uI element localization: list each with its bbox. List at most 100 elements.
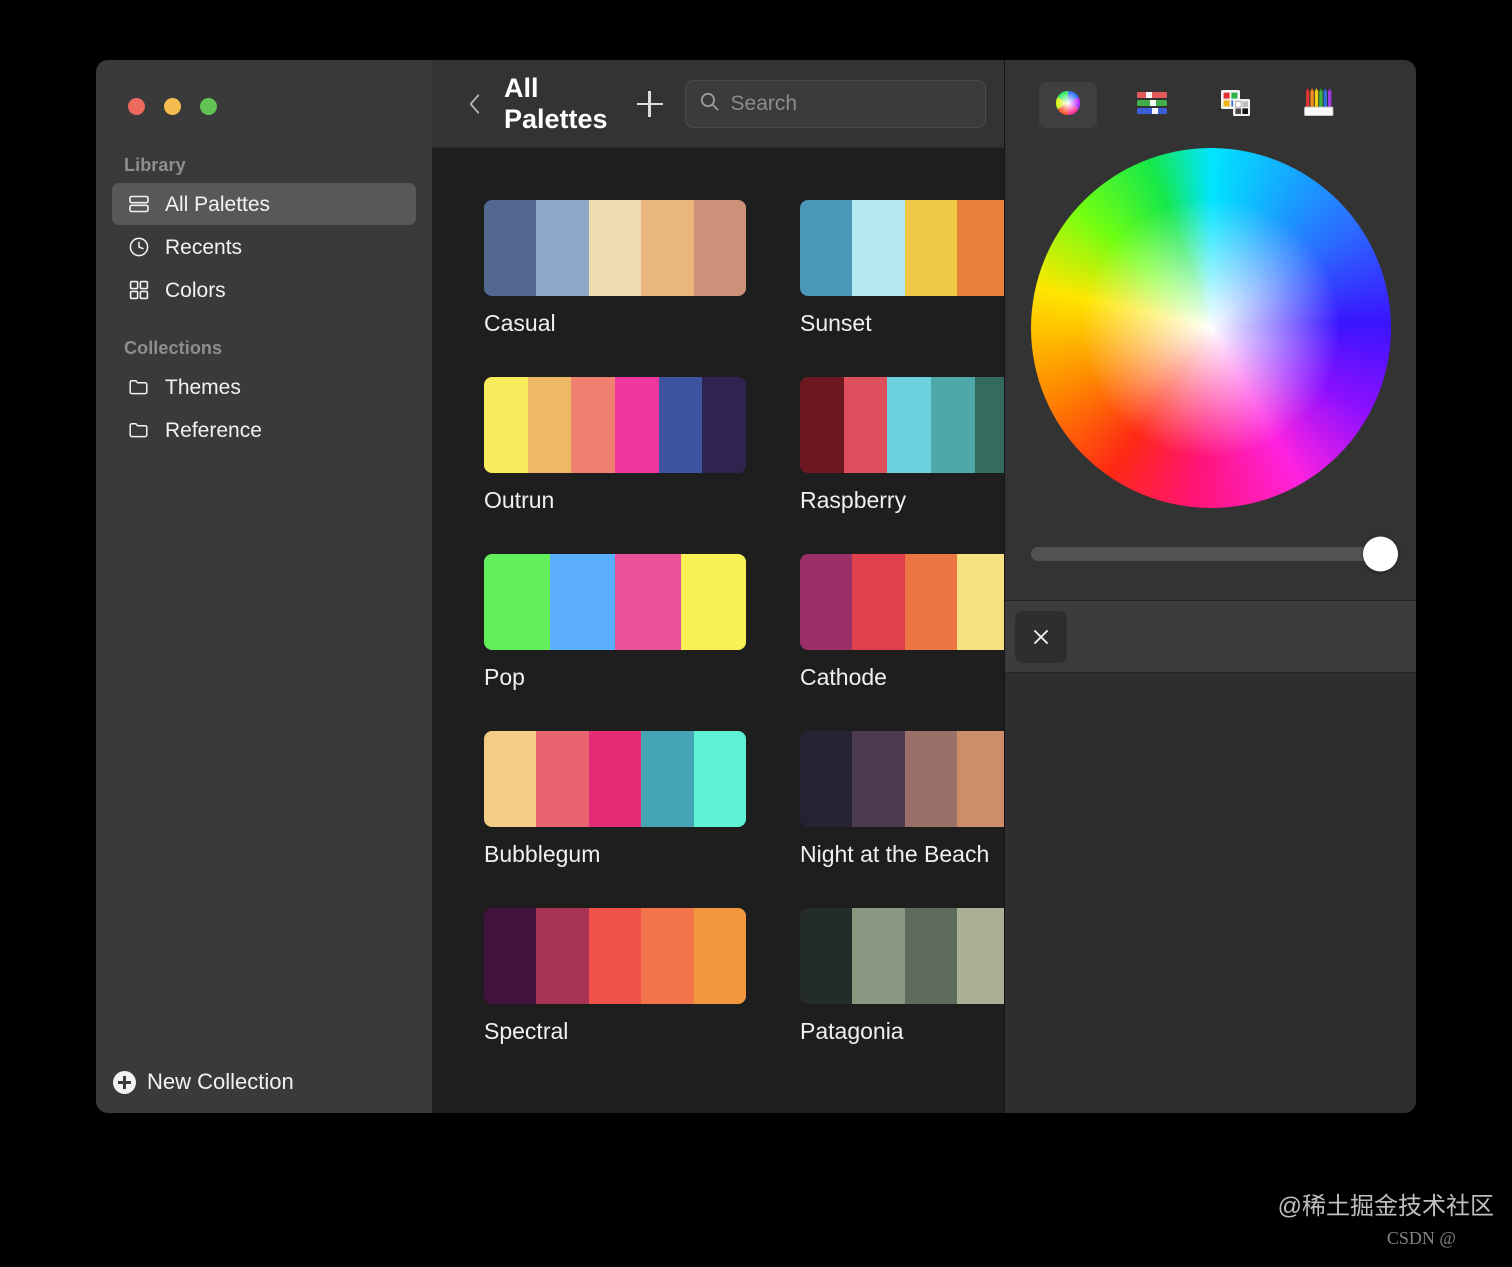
sidebar-item-reference[interactable]: Reference: [112, 409, 416, 451]
folder-icon: [127, 418, 151, 442]
palette-swatch-strip[interactable]: [484, 731, 746, 827]
palette-swatch[interactable]: [957, 554, 1004, 650]
palette-card[interactable]: Casual: [484, 200, 746, 337]
palette-swatch[interactable]: [852, 908, 905, 1004]
palette-name: Raspberry: [800, 487, 907, 513]
palette-swatch[interactable]: [957, 731, 1004, 827]
tab-color-sliders[interactable]: [1123, 82, 1181, 128]
color-wheel-icon: [1053, 88, 1083, 123]
sidebar-section-library-label: Library: [124, 155, 186, 175]
palette-card[interactable]: Pop: [484, 554, 746, 691]
palette-swatch[interactable]: [588, 200, 642, 296]
sidebar-item-colors[interactable]: Colors: [112, 269, 416, 311]
palette-card[interactable]: Patagonia: [800, 908, 1004, 1045]
palette-swatch[interactable]: [680, 554, 746, 650]
palette-swatch[interactable]: [536, 908, 589, 1004]
palette-swatch[interactable]: [904, 200, 958, 296]
palette-card[interactable]: Bubblegum: [484, 731, 746, 868]
brightness-slider[interactable]: [1005, 508, 1416, 600]
palette-swatch[interactable]: [800, 200, 853, 296]
palette-swatch[interactable]: [957, 200, 1004, 296]
palette-swatch[interactable]: [800, 377, 844, 473]
tab-crayons[interactable]: [1291, 82, 1349, 128]
new-collection-button[interactable]: New Collection: [96, 1051, 432, 1113]
sidebar-item-label: All Palettes: [165, 192, 271, 216]
sidebar-item-label: Themes: [165, 375, 241, 399]
chevron-left-icon[interactable]: [462, 91, 488, 117]
palette-swatch[interactable]: [800, 908, 853, 1004]
palette-swatch[interactable]: [658, 377, 703, 473]
palette-swatch[interactable]: [527, 377, 572, 473]
palette-swatch[interactable]: [549, 554, 615, 650]
palette-swatch[interactable]: [974, 377, 1004, 473]
palette-swatch[interactable]: [904, 554, 958, 650]
palette-swatch[interactable]: [800, 554, 853, 650]
palette-swatch[interactable]: [588, 908, 642, 1004]
add-palette-button[interactable]: [633, 87, 663, 121]
grid-icon: [127, 278, 151, 302]
palette-card[interactable]: Spectral: [484, 908, 746, 1045]
tab-color-palettes[interactable]: [1207, 82, 1265, 128]
palette-swatch[interactable]: [588, 731, 642, 827]
palette-swatch[interactable]: [887, 377, 932, 473]
palette-swatch-strip[interactable]: [484, 200, 746, 296]
tab-color-wheel[interactable]: [1039, 82, 1097, 128]
sidebar-item-themes[interactable]: Themes: [112, 366, 416, 408]
palette-swatch[interactable]: [484, 200, 537, 296]
palette-swatch[interactable]: [852, 731, 905, 827]
palette-swatch[interactable]: [693, 200, 746, 296]
color-wheel-canvas[interactable]: [1030, 148, 1391, 508]
minimize-window-button[interactable]: [164, 98, 181, 115]
palette-swatch[interactable]: [843, 377, 888, 473]
palette-swatch[interactable]: [852, 554, 905, 650]
palette-swatch[interactable]: [852, 200, 905, 296]
palette-swatch-strip[interactable]: [484, 908, 746, 1004]
color-chip-bar: [1005, 601, 1416, 673]
palette-swatch-strip[interactable]: [800, 377, 1004, 473]
palette-name: Casual: [484, 310, 556, 336]
palette-swatch[interactable]: [931, 377, 975, 473]
sidebar-item-recents[interactable]: Recents: [112, 226, 416, 268]
close-color-picker-button[interactable]: [1015, 610, 1067, 663]
search-input[interactable]: [730, 91, 973, 116]
palette-swatch[interactable]: [641, 200, 694, 296]
palette-swatch[interactable]: [693, 731, 746, 827]
palette-swatch[interactable]: [536, 200, 589, 296]
palette-card[interactable]: Night at the Beach: [800, 731, 1004, 868]
palette-card[interactable]: Cathode: [800, 554, 1004, 691]
palette-swatch[interactable]: [693, 908, 746, 1004]
palette-card[interactable]: Raspberry: [800, 377, 1004, 514]
brightness-slider-knob[interactable]: [1363, 536, 1398, 572]
sidebar-item-all-palettes[interactable]: All Palettes: [112, 183, 416, 225]
palette-swatch[interactable]: [615, 554, 681, 650]
palette-swatch-strip[interactable]: [800, 554, 1004, 650]
palette-swatch[interactable]: [536, 731, 589, 827]
palette-name: Bubblegum: [484, 841, 601, 867]
palette-swatch[interactable]: [957, 908, 1004, 1004]
search-box[interactable]: [684, 79, 986, 128]
palette-swatch[interactable]: [615, 377, 659, 473]
palette-swatch-strip[interactable]: [484, 554, 746, 650]
crayons-icon: [1303, 87, 1337, 123]
palette-swatch[interactable]: [484, 554, 550, 650]
palette-swatch[interactable]: [641, 908, 694, 1004]
palette-swatch[interactable]: [571, 377, 616, 473]
palette-swatch-strip[interactable]: [800, 908, 1004, 1004]
palette-swatch[interactable]: [484, 377, 528, 473]
zoom-window-button[interactable]: [200, 98, 217, 115]
palette-swatch[interactable]: [800, 731, 853, 827]
palette-card[interactable]: Sunset: [800, 200, 1004, 337]
sidebar: Library All Palettes Recents Colors Coll…: [96, 60, 432, 1113]
palette-swatch-strip[interactable]: [800, 200, 1004, 296]
palette-card[interactable]: Outrun: [484, 377, 746, 514]
palette-name: Pop: [484, 664, 525, 690]
palette-swatch[interactable]: [484, 908, 537, 1004]
palette-swatch[interactable]: [484, 731, 537, 827]
palette-swatch[interactable]: [641, 731, 694, 827]
palette-swatch-strip[interactable]: [800, 731, 1004, 827]
palette-swatch[interactable]: [904, 731, 958, 827]
palette-swatch-strip[interactable]: [484, 377, 746, 473]
close-window-button[interactable]: [128, 98, 145, 115]
palette-swatch[interactable]: [904, 908, 958, 1004]
palette-swatch[interactable]: [702, 377, 746, 473]
